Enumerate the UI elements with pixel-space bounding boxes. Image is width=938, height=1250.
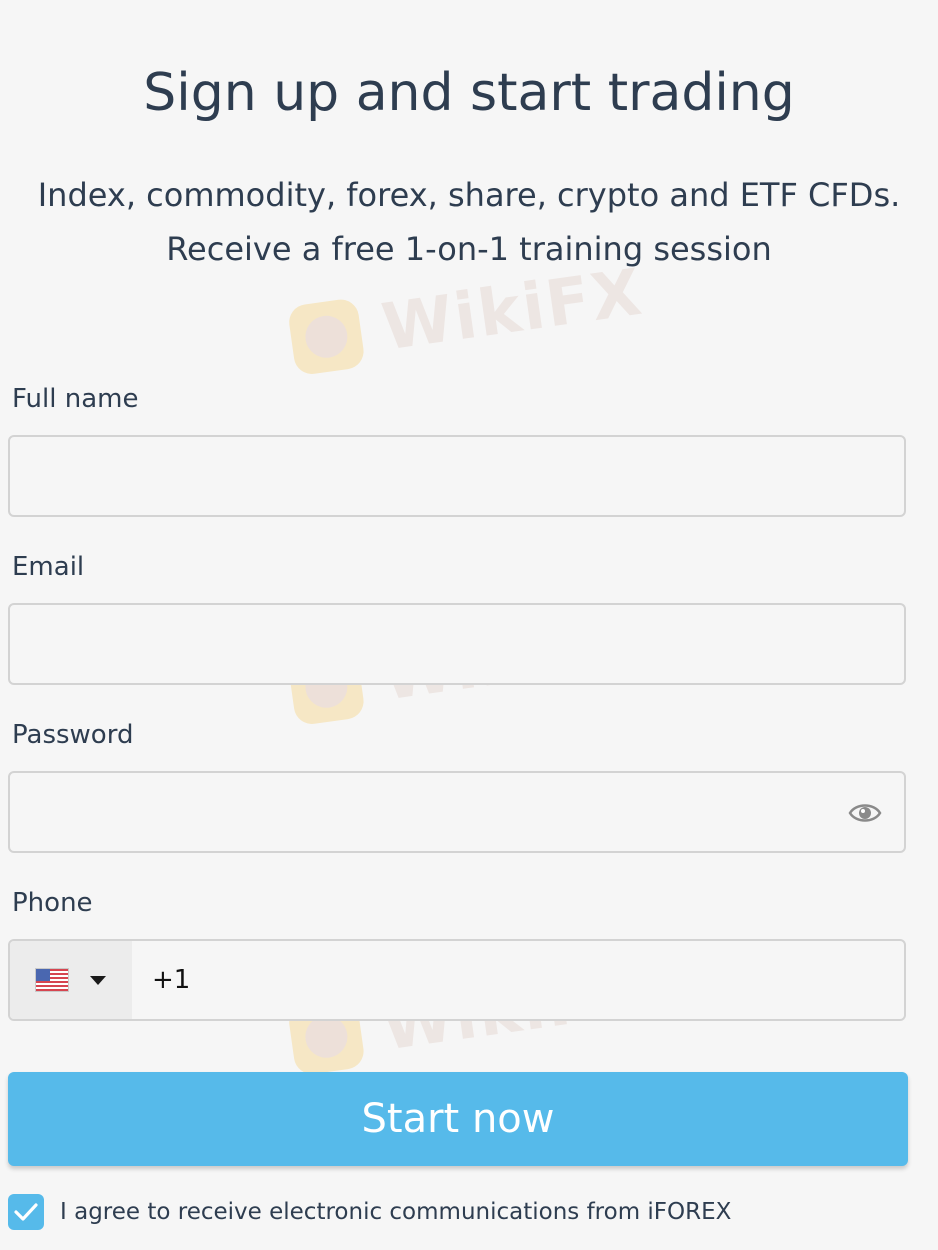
subtitle-line-1: Index, commodity, forex, share, crypto a… [37,176,901,214]
subtitle-line-2: Receive a free 1-on-1 training session [166,230,772,268]
check-icon [14,1203,38,1221]
phone-label: Phone [12,888,93,918]
page-title: Sign up and start trading [143,63,795,123]
eye-icon[interactable] [848,798,882,828]
consent-text: I agree to receive electronic communicat… [60,1199,732,1225]
email-label: Email [12,552,85,582]
email-input[interactable] [10,605,904,683]
password-field-wrapper [8,771,906,853]
full-name-input[interactable] [10,437,904,515]
consent-row: I agree to receive electronic communicat… [8,1194,731,1230]
watermark-logo-icon [286,297,366,377]
country-code-selector[interactable] [10,941,132,1019]
password-input[interactable] [10,773,904,851]
start-now-button[interactable]: Start now [8,1072,908,1166]
full-name-label: Full name [12,384,139,414]
us-flag-icon [36,969,68,991]
consent-checkbox[interactable] [8,1194,44,1230]
phone-field-wrapper: +1 [8,939,906,1021]
phone-dial-code[interactable]: +1 [152,941,190,1019]
full-name-field-wrapper [8,435,906,517]
password-label: Password [12,720,134,750]
caret-down-icon [90,975,106,985]
email-field-wrapper [8,603,906,685]
